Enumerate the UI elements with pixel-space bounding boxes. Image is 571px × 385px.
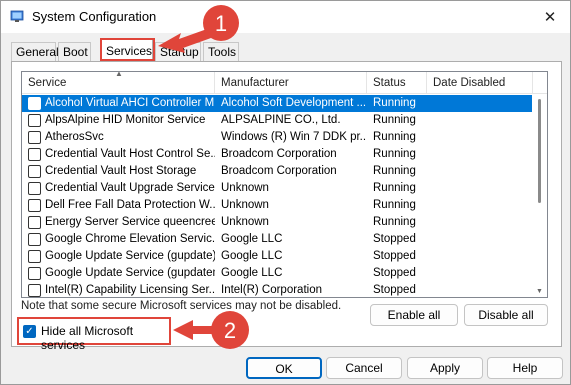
service-manufacturer: Windows (R) Win 7 DDK pr... xyxy=(221,131,367,143)
service-manufacturer: Intel(R) Corporation xyxy=(221,284,322,296)
service-status: Running xyxy=(373,199,416,211)
apply-button[interactable]: Apply xyxy=(407,357,483,379)
service-manufacturer: Google LLC xyxy=(221,233,283,245)
service-manufacturer: Google LLC xyxy=(221,250,283,262)
system-configuration-window: System Configuration ✕ General Boot Serv… xyxy=(0,0,571,385)
service-manufacturer: Alcohol Soft Development ... xyxy=(221,97,367,109)
service-manufacturer: Google LLC xyxy=(221,267,283,279)
service-checkbox[interactable] xyxy=(28,216,41,229)
service-status: Stopped xyxy=(373,284,416,296)
service-name: Credential Vault Host Control Se... xyxy=(45,148,215,160)
service-status: Stopped xyxy=(373,267,416,279)
disable-all-button[interactable]: Disable all xyxy=(464,304,548,326)
table-row[interactable]: Dell Free Fall Data Protection W... Unkno… xyxy=(22,197,532,214)
service-name: Alcohol Virtual AHCI Controller M... xyxy=(45,97,215,109)
table-row[interactable]: Credential Vault Upgrade Service Unknown R… xyxy=(22,180,532,197)
table-row[interactable]: Credential Vault Host Storage Broadcom Co… xyxy=(22,163,532,180)
system-configuration-icon xyxy=(10,10,24,22)
column-header-date-disabled[interactable]: Date Disabled xyxy=(427,72,533,94)
service-checkbox[interactable] xyxy=(28,250,41,263)
service-manufacturer: Unknown xyxy=(221,182,269,194)
service-name: Google Update Service (gupdate) xyxy=(45,250,215,262)
service-name: AlpsAlpine HID Monitor Service xyxy=(45,114,206,126)
callout-1-number: 1 xyxy=(215,11,227,36)
service-status: Running xyxy=(373,131,416,143)
services-tab-highlight xyxy=(100,38,155,61)
service-checkbox[interactable] xyxy=(28,267,41,280)
service-name: Google Update Service (gupdatem) xyxy=(45,267,215,279)
table-row[interactable]: Intel(R) Capability Licensing Ser... Inte… xyxy=(22,282,532,297)
scrollbar-thumb[interactable] xyxy=(538,99,541,203)
dialog-button-bar: OK Cancel Apply Help xyxy=(1,349,570,384)
list-rows: Alcohol Virtual AHCI Controller M... Alco… xyxy=(22,95,532,297)
ok-button[interactable]: OK xyxy=(246,357,322,379)
service-checkbox[interactable] xyxy=(28,233,41,246)
table-row[interactable]: Google Chrome Elevation Servic... Google … xyxy=(22,231,532,248)
service-manufacturer: ALPSALPINE CO., Ltd. xyxy=(221,114,341,126)
hide-microsoft-services-highlight: ✓ Hide all Microsoft services xyxy=(17,317,171,352)
callout-1-arrow-icon: 1 xyxy=(158,5,239,53)
hide-microsoft-services-checkbox[interactable]: ✓ xyxy=(23,325,36,338)
service-status: Stopped xyxy=(373,250,416,262)
help-button[interactable]: Help xyxy=(487,357,563,379)
service-status: Running xyxy=(373,97,416,109)
service-checkbox[interactable] xyxy=(28,199,41,212)
title-bar: System Configuration ✕ xyxy=(1,1,570,33)
service-status: Running xyxy=(373,216,416,228)
service-manufacturer: Broadcom Corporation xyxy=(221,165,337,177)
service-manufacturer: Broadcom Corporation xyxy=(221,148,337,160)
service-manufacturer: Unknown xyxy=(221,199,269,211)
column-header-status[interactable]: Status xyxy=(367,72,427,94)
table-row[interactable]: AlpsAlpine HID Monitor Service ALPSALPINE… xyxy=(22,112,532,129)
table-row[interactable]: AtherosSvc Windows (R) Win 7 DDK pr... Run… xyxy=(22,129,532,146)
cancel-button[interactable]: Cancel xyxy=(326,357,402,379)
service-checkbox[interactable] xyxy=(28,131,41,144)
service-manufacturer: Unknown xyxy=(221,216,269,228)
service-status: Running xyxy=(373,165,416,177)
service-name: Google Chrome Elevation Servic... xyxy=(45,233,215,245)
service-status: Running xyxy=(373,114,416,126)
tab-boot[interactable]: Boot xyxy=(58,42,91,62)
table-row[interactable]: Google Update Service (gupdate) Google LL… xyxy=(22,248,532,265)
service-status: Running xyxy=(373,148,416,160)
service-name: Credential Vault Upgrade Service xyxy=(45,182,215,194)
tab-general[interactable]: General xyxy=(11,42,59,62)
table-row[interactable]: Credential Vault Host Control Se... Broad… xyxy=(22,146,532,163)
scroll-down-icon[interactable]: ▼ xyxy=(536,288,543,295)
table-row[interactable]: Energy Server Service queencreek Unknown R… xyxy=(22,214,532,231)
service-status: Running xyxy=(373,182,416,194)
close-button[interactable]: ✕ xyxy=(536,5,564,29)
column-header-manufacturer[interactable]: Manufacturer xyxy=(215,72,367,94)
table-row[interactable]: Alcohol Virtual AHCI Controller M... Alco… xyxy=(22,95,532,112)
service-name: AtherosSvc xyxy=(45,131,104,143)
services-list[interactable]: ▲ Service Manufacturer Status Date Disab… xyxy=(21,71,548,298)
service-checkbox[interactable] xyxy=(28,97,41,110)
table-row[interactable]: Google Update Service (gupdatem) Google L… xyxy=(22,265,532,282)
service-name: Credential Vault Host Storage xyxy=(45,165,197,177)
list-header: ▲ Service Manufacturer Status Date Disab… xyxy=(22,72,547,94)
service-name: Intel(R) Capability Licensing Ser... xyxy=(45,284,215,296)
vertical-scrollbar[interactable]: ▼ xyxy=(533,95,547,297)
enable-all-button[interactable]: Enable all xyxy=(370,304,458,326)
window-title: System Configuration xyxy=(32,9,157,24)
service-checkbox[interactable] xyxy=(28,148,41,161)
service-name: Dell Free Fall Data Protection W... xyxy=(45,199,215,211)
column-header-service[interactable]: Service xyxy=(22,72,215,94)
callout-2-number: 2 xyxy=(224,318,236,343)
service-checkbox[interactable] xyxy=(28,114,41,127)
service-name: Energy Server Service queencreek xyxy=(45,216,215,228)
callout-2-arrow-icon: 2 xyxy=(173,311,249,349)
service-checkbox[interactable] xyxy=(28,284,41,297)
service-checkbox[interactable] xyxy=(28,182,41,195)
hide-microsoft-services-label[interactable]: Hide all Microsoft services xyxy=(41,324,169,352)
service-status: Stopped xyxy=(373,233,416,245)
service-checkbox[interactable] xyxy=(28,165,41,178)
